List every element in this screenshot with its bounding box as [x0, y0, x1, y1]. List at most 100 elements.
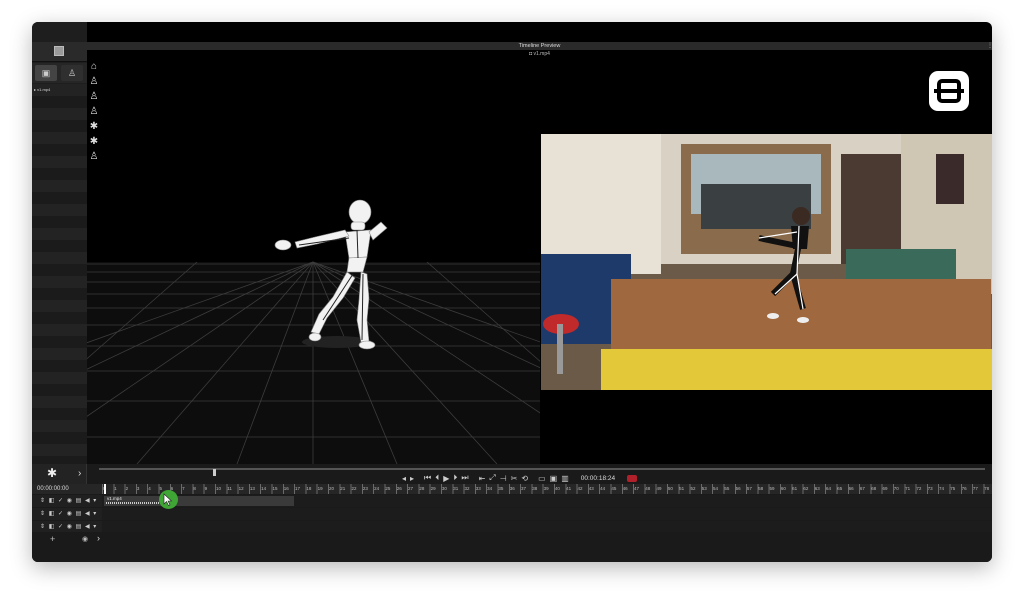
- ruler-tick-label: 17: [295, 486, 301, 491]
- 3d-grid-floor: [87, 52, 540, 464]
- media-list-item-label: v1.mp4: [37, 87, 51, 92]
- ruler-tick-label: 72: [916, 486, 922, 491]
- scrub-knob[interactable]: [213, 469, 216, 476]
- timeline-header-left: ✱ ›: [32, 464, 87, 484]
- track-controls[interactable]: ⇕ ◧ ✓ ◉ ▤ ◀ ▾: [32, 508, 102, 520]
- media-list: ▸ v1.mp4: [32, 84, 87, 464]
- monitor-icon[interactable]: ▭: [538, 474, 546, 483]
- eye-icon[interactable]: ◉: [82, 535, 88, 543]
- ruler-tick-label: 42: [577, 486, 583, 491]
- transport-controls: ◂ ▸ ⏮ ⏴ ▶ ⏵ ⏭ ⇤ ⤢ ⊣ ✂ ⟲ ▭ ▣ ▥ 00:00:18:2…: [402, 472, 638, 484]
- 3d-viewport[interactable]: ⌂ ♙ ♙ ♙ ✱ ✱ ♙: [87, 52, 540, 464]
- figure-side-icon[interactable]: ♙: [89, 90, 99, 104]
- camera-icon[interactable]: ⌂: [89, 60, 99, 74]
- track-controls[interactable]: ⇕ ◧ ✓ ◉ ▤ ◀ ▾: [32, 495, 102, 507]
- ruler-tick-label: 24: [374, 486, 380, 491]
- cursor-arrow-icon: [163, 493, 173, 506]
- loop-icon[interactable]: ⟲: [521, 474, 528, 483]
- skip-end-icon[interactable]: ⏭: [461, 473, 468, 483]
- ruler-tick-label: 13: [249, 486, 255, 491]
- cut-icon[interactable]: ✂: [511, 474, 518, 483]
- ruler-tick-label: 22: [351, 486, 357, 491]
- chevron-right-icon[interactable]: ›: [97, 533, 100, 543]
- figure-front-icon[interactable]: ♙: [89, 75, 99, 89]
- media-list-item[interactable]: ▸ v1.mp4: [34, 84, 50, 96]
- ruler-tick-label: 62: [803, 486, 809, 491]
- video-frame: [541, 134, 992, 390]
- ruler-tick-label: 46: [622, 486, 628, 491]
- tab-character-icon[interactable]: ♙: [61, 65, 83, 81]
- figure-stand-icon[interactable]: ♙: [89, 150, 99, 164]
- ruler-tick-label: 26: [396, 486, 402, 491]
- track-row: ⇕ ◧ ✓ ◉ ▤ ◀ ▾: [32, 508, 992, 520]
- vehicle-icon[interactable]: ▥: [561, 474, 569, 483]
- skip-start-icon[interactable]: ⏮: [424, 473, 431, 483]
- ruler-tick-label: 9: [204, 486, 208, 491]
- viewer-file-name: v1.mp4: [533, 51, 550, 57]
- ruler-tick-label: 53: [701, 486, 707, 491]
- ruler-tick-label: 69: [882, 486, 888, 491]
- ruler-tick-label: 29: [430, 486, 436, 491]
- app-window: Timeline Preview ⋮ ▣ ♙ ▸ v1.mp4 ⌂ ♙ ♙ ♙ …: [32, 22, 992, 562]
- ruler-tick-label: 77: [972, 486, 978, 491]
- ruler-tick-label: 25: [385, 486, 391, 491]
- step-forward-icon[interactable]: ⏵: [453, 473, 457, 483]
- trim-icon[interactable]: ⇤: [479, 474, 486, 483]
- timecode-start: 00:00:00:00: [37, 486, 69, 492]
- ruler-tick-label: 58: [758, 486, 764, 491]
- clip-waveform: [106, 502, 166, 504]
- ruler-tick-label: 31: [453, 486, 459, 491]
- figure-run-icon[interactable]: ✱: [89, 135, 99, 149]
- ruler-tick-label: 23: [362, 486, 368, 491]
- ruler-tick-label: 1: [114, 486, 117, 491]
- timeline-panel: ✱ › ◂ ▸ ⏮ ⏴ ▶ ⏵ ⏭ ⇤ ⤢ ⊣ ✂ ⟲ ▭ ▣ ▥ 00:00:…: [32, 464, 992, 562]
- camera-view-icon[interactable]: ▣: [550, 474, 558, 483]
- left-panel-toolbar: [32, 42, 87, 62]
- ruler-tick-label: 74: [938, 486, 944, 491]
- ruler-tick-label: 55: [724, 486, 730, 491]
- character-run-icon[interactable]: ✱: [47, 466, 57, 480]
- timecode-display: 00:00:18:24: [580, 474, 616, 482]
- step-back-icon[interactable]: ⏴: [435, 473, 439, 483]
- figure-walk-icon[interactable]: ✱: [89, 120, 99, 134]
- ruler-tick-label: 57: [746, 486, 752, 491]
- ruler-tick-label: 12: [238, 486, 244, 491]
- record-button[interactable]: [627, 474, 638, 482]
- ruler-tick-label: 52: [690, 486, 696, 491]
- panel-toggle-icon[interactable]: [54, 46, 64, 56]
- ruler-tick-label: 7: [182, 486, 185, 491]
- panel-options-icon[interactable]: ⋮: [987, 42, 992, 50]
- arrow-left-icon[interactable]: ◂: [402, 474, 406, 483]
- ruler-tick-label: 8: [193, 486, 196, 491]
- ruler-ticks: 0123456789101112131415161718192021222324…: [102, 484, 992, 494]
- split-icon[interactable]: ⊣: [500, 474, 507, 483]
- left-panel: ▣ ♙ ▸ v1.mp4: [32, 22, 87, 464]
- ruler-tick-label: 38: [532, 486, 538, 491]
- ruler-tick-label: 47: [633, 486, 639, 491]
- ruler-tick-label: 36: [509, 486, 515, 491]
- ruler-tick-label: 56: [735, 486, 741, 491]
- chevron-right-icon[interactable]: ›: [78, 468, 81, 479]
- ruler-tick-label: 67: [859, 486, 865, 491]
- scrub-bar[interactable]: [99, 468, 985, 476]
- track-body[interactable]: [102, 508, 992, 520]
- ruler-tick-label: 35: [498, 486, 504, 491]
- ruler-tick-label: 49: [656, 486, 662, 491]
- video-clip[interactable]: v1.mp4: [104, 496, 294, 506]
- app-logo: [929, 71, 969, 111]
- ruler-tick-label: 73: [927, 486, 933, 491]
- tab-media-icon[interactable]: ▣: [35, 65, 57, 81]
- figure-pose-icon[interactable]: ♙: [89, 105, 99, 119]
- ruler-tick-label: 41: [566, 486, 572, 491]
- ruler-tick-label: 50: [667, 486, 673, 491]
- play-icon[interactable]: ▶: [443, 474, 449, 483]
- add-track-icon[interactable]: +: [50, 534, 55, 544]
- ruler-tick-label: 78: [984, 486, 990, 491]
- ruler-tick-label: 18: [306, 486, 312, 491]
- link-icon[interactable]: ⤢: [489, 473, 495, 483]
- arrow-right-icon[interactable]: ▸: [410, 474, 414, 483]
- playhead[interactable]: [104, 484, 106, 494]
- ruler-tick-label: 39: [543, 486, 549, 491]
- clip-label: v1.mp4: [107, 496, 122, 501]
- ruler-tick-label: 68: [871, 486, 877, 491]
